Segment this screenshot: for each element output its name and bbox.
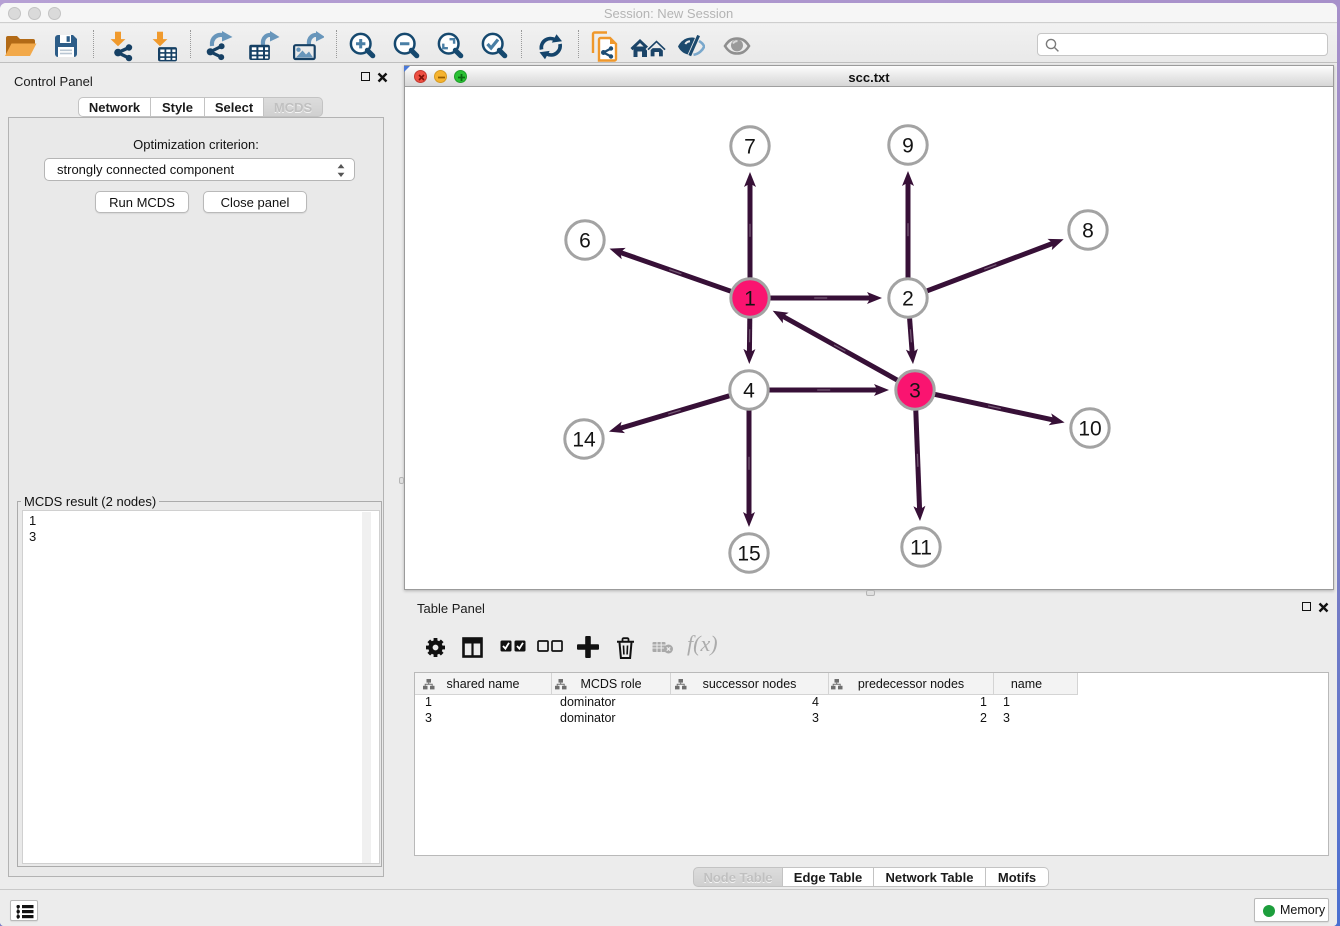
svg-text:7: 7: [744, 136, 756, 159]
svg-text:10: 10: [1078, 418, 1101, 441]
svg-text:6: 6: [579, 230, 591, 253]
svg-text:15: 15: [737, 543, 760, 566]
svg-text:8: 8: [1082, 220, 1094, 243]
svg-text:2: 2: [902, 288, 914, 311]
svg-text:3: 3: [909, 380, 921, 403]
svg-text:11: 11: [910, 537, 932, 560]
svg-text:4: 4: [743, 380, 755, 403]
svg-text:1: 1: [744, 288, 756, 311]
svg-text:14: 14: [572, 429, 596, 452]
svg-text:9: 9: [902, 135, 914, 158]
